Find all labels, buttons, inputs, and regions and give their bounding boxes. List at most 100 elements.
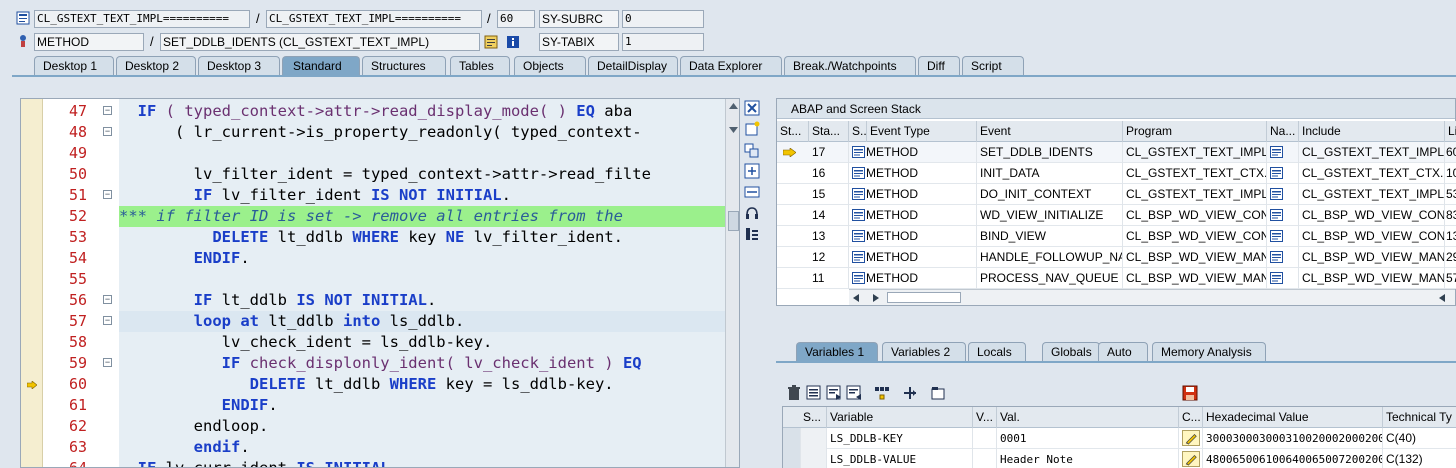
stack-row[interactable]: 14 METHOD WD_VIEW_INITIALIZE CL_BSP_WD_V…: [777, 205, 1456, 226]
fold-marker[interactable]: −: [103, 295, 112, 304]
stack-row[interactable]: 12 METHOD HANDLE_FOLLOWUP_NA... CL_BSP_W…: [777, 247, 1456, 268]
swap-icon[interactable]: [744, 142, 760, 158]
column-header[interactable]: Include: [1299, 121, 1445, 142]
tab-tables[interactable]: Tables: [450, 56, 510, 76]
variable-row[interactable]: LS_DDLB-KEY 0001 30003000300031002000200…: [783, 428, 1456, 449]
stack-row[interactable]: 11 METHOD PROCESS_NAV_QUEUE CL_BSP_WD_VI…: [777, 268, 1456, 289]
column-header[interactable]: C...: [1179, 407, 1203, 428]
navigate-cell[interactable]: [1267, 268, 1299, 289]
tab-desktop-2[interactable]: Desktop 2: [116, 56, 196, 76]
variable-value[interactable]: Header Note: [997, 449, 1179, 468]
column-header[interactable]: Li: [1445, 121, 1456, 142]
stack-row[interactable]: 17 METHOD SET_DDLB_IDENTS CL_GSTEXT_TEXT…: [777, 142, 1456, 163]
fold-marker[interactable]: −: [103, 358, 112, 367]
line-number-field[interactable]: 60: [497, 10, 535, 28]
column-header[interactable]: Sta...: [809, 121, 849, 142]
column-header[interactable]: Val.: [997, 407, 1179, 428]
edit-icon[interactable]: [1182, 430, 1200, 446]
scroll-left-icon[interactable]: [853, 294, 859, 302]
navigate-icon[interactable]: [1270, 167, 1283, 179]
tab-auto[interactable]: Auto: [1098, 342, 1148, 362]
tab-data-explorer[interactable]: Data Explorer: [680, 56, 782, 76]
headset-icon[interactable]: [744, 205, 760, 221]
tab-breakpoints[interactable]: Break./Watchpoints: [784, 56, 916, 76]
column-header[interactable]: V...: [973, 407, 997, 428]
variable-value[interactable]: 0001: [997, 428, 1179, 449]
scroll-down-icon[interactable]: [729, 127, 738, 133]
delete-icon[interactable]: [786, 385, 802, 401]
column-header[interactable]: Program: [1123, 121, 1267, 142]
expand-width-icon[interactable]: [744, 184, 760, 200]
tab-variables-2[interactable]: Variables 2: [882, 342, 966, 362]
navigate-icon[interactable]: [1270, 146, 1283, 158]
column-header[interactable]: S...: [849, 121, 867, 142]
tab-script[interactable]: Script: [962, 56, 1024, 76]
column-header[interactable]: S...: [783, 407, 827, 428]
fold-marker[interactable]: −: [103, 106, 112, 115]
column-header[interactable]: Technical Ty: [1383, 407, 1456, 428]
navigate-icon[interactable]: [1270, 230, 1283, 242]
tab-detail-display[interactable]: DetailDisplay: [588, 56, 678, 76]
column-header[interactable]: Event Type: [867, 121, 977, 142]
export-icon[interactable]: [846, 385, 862, 401]
hierarchy-icon[interactable]: [874, 385, 890, 401]
navigate-cell[interactable]: [1267, 247, 1299, 268]
navigate-cell[interactable]: [1267, 226, 1299, 247]
change-cell[interactable]: [1179, 428, 1203, 449]
close-icon[interactable]: [744, 100, 760, 116]
fold-marker[interactable]: −: [103, 127, 112, 136]
navigate-icon[interactable]: [902, 385, 918, 401]
navigate-icon[interactable]: [1270, 272, 1283, 284]
tab-structures[interactable]: Structures: [362, 56, 446, 76]
tab-desktop-3[interactable]: Desktop 3: [198, 56, 280, 76]
navigate-icon[interactable]: [1270, 209, 1283, 221]
variable-row[interactable]: LS_DDLB-VALUE Header Note 48006500610064…: [783, 449, 1456, 468]
stack-row[interactable]: 15 METHOD DO_INIT_CONTEXT CL_GSTEXT_TEXT…: [777, 184, 1456, 205]
scroll-thumb[interactable]: [728, 211, 739, 231]
save-icon[interactable]: [1182, 385, 1198, 401]
edit-icon[interactable]: [1182, 451, 1200, 467]
variable-name[interactable]: LS_DDLB-KEY: [827, 428, 973, 449]
open-folder-icon[interactable]: [930, 385, 946, 401]
sysvar-value-tabix[interactable]: 1: [622, 33, 704, 51]
program-field[interactable]: CL_GSTEXT_TEXT_IMPL==========: [34, 10, 250, 28]
row-selector[interactable]: [783, 449, 801, 468]
navigate-cell[interactable]: [1267, 142, 1299, 163]
column-header[interactable]: St...: [777, 121, 809, 142]
column-header[interactable]: Event: [977, 121, 1123, 142]
maximize-icon[interactable]: [744, 163, 760, 179]
navigate-icon[interactable]: [1270, 188, 1283, 200]
new-window-icon[interactable]: [744, 121, 760, 137]
navigate-cell[interactable]: [1267, 205, 1299, 226]
scroll-up-icon[interactable]: [729, 103, 738, 109]
tab-diff[interactable]: Diff: [918, 56, 960, 76]
tools-icon[interactable]: [744, 226, 760, 242]
source-editor[interactable]: 47 − IF ( typed_context->attr->read_disp…: [20, 98, 740, 468]
tab-standard[interactable]: Standard: [282, 56, 360, 76]
row-selector[interactable]: [783, 428, 801, 449]
stack-row[interactable]: 13 METHOD BIND_VIEW CL_BSP_WD_VIEW_CON..…: [777, 226, 1456, 247]
fold-marker[interactable]: −: [103, 316, 112, 325]
variable-name[interactable]: LS_DDLB-VALUE: [827, 449, 973, 468]
navigate-icon[interactable]: [1270, 251, 1283, 263]
tab-globals[interactable]: Globals: [1042, 342, 1100, 362]
list-icon[interactable]: [806, 385, 822, 401]
column-header[interactable]: Na...: [1267, 121, 1299, 142]
navigate-cell[interactable]: [1267, 163, 1299, 184]
fold-marker[interactable]: −: [103, 190, 112, 199]
tab-memory-analysis[interactable]: Memory Analysis: [1152, 342, 1266, 362]
tab-variables-1[interactable]: Variables 1: [796, 342, 878, 362]
tab-objects[interactable]: Objects: [514, 56, 586, 76]
tab-locals[interactable]: Locals: [968, 342, 1026, 362]
scroll-right-icon[interactable]: [873, 294, 879, 302]
change-cell[interactable]: [1179, 449, 1203, 468]
editor-vertical-scrollbar[interactable]: [725, 99, 739, 467]
stack-row[interactable]: 16 METHOD INIT_DATA CL_GSTEXT_TEXT_CTX..…: [777, 163, 1456, 184]
column-header[interactable]: Hexadecimal Value: [1203, 407, 1383, 428]
include-field[interactable]: CL_GSTEXT_TEXT_IMPL==========: [266, 10, 482, 28]
scroll-thumb[interactable]: [887, 292, 961, 303]
sysvar-value-subrc[interactable]: 0: [622, 10, 704, 28]
import-icon[interactable]: [826, 385, 842, 401]
column-header[interactable]: Variable: [827, 407, 973, 428]
navigate-cell[interactable]: [1267, 184, 1299, 205]
